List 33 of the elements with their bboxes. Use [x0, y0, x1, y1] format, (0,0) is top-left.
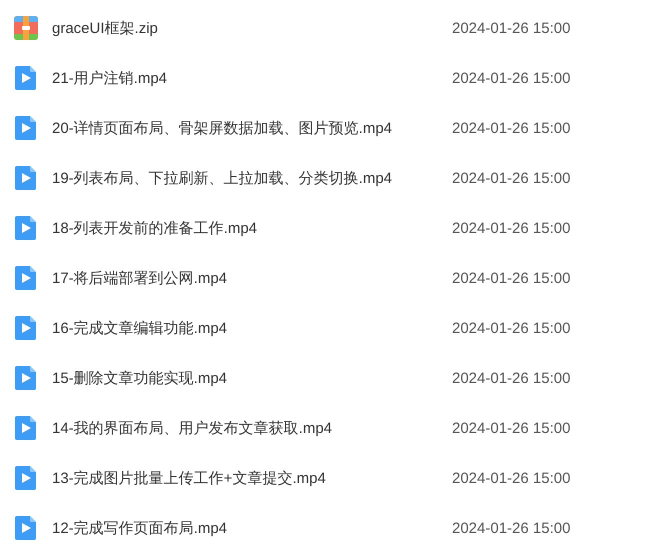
modified-date: 2024-01-26 15:00 [452, 120, 570, 136]
video-file-icon [14, 316, 38, 340]
video-file-icon [14, 216, 38, 240]
modified-date: 2024-01-26 15:00 [452, 20, 570, 36]
video-file-icon [14, 166, 38, 190]
file-name[interactable]: 14-我的界面布局、用户发布文章获取.mp4 [52, 418, 452, 438]
video-file-icon [14, 116, 38, 140]
modified-date: 2024-01-26 15:00 [452, 420, 570, 436]
file-name[interactable]: 20-详情页面布局、骨架屏数据加载、图片预览.mp4 [52, 118, 452, 138]
video-file-icon [14, 516, 38, 540]
file-name[interactable]: 16-完成文章编辑功能.mp4 [52, 318, 452, 338]
modified-date: 2024-01-26 15:00 [452, 270, 570, 286]
modified-date: 2024-01-26 15:00 [452, 470, 570, 486]
file-name[interactable]: graceUI框架.zip [52, 18, 452, 38]
file-name[interactable]: 12-完成写作页面布局.mp4 [52, 518, 452, 538]
file-name[interactable]: 19-列表布局、下拉刷新、上拉加载、分类切换.mp4 [52, 168, 452, 188]
file-name[interactable]: 17-将后端部署到公网.mp4 [52, 268, 452, 288]
modified-date: 2024-01-26 15:00 [452, 220, 570, 236]
video-file-icon [14, 366, 38, 390]
modified-date: 2024-01-26 15:00 [452, 370, 570, 386]
modified-date: 2024-01-26 15:00 [452, 70, 570, 86]
modified-date: 2024-01-26 15:00 [452, 320, 570, 336]
video-file-icon [14, 416, 38, 440]
modified-date: 2024-01-26 15:00 [452, 520, 570, 536]
archive-icon [14, 16, 38, 40]
file-name[interactable]: 13-完成图片批量上传工作+文章提交.mp4 [52, 468, 452, 488]
video-file-icon [14, 66, 38, 90]
file-name[interactable]: 15-删除文章功能实现.mp4 [52, 368, 452, 388]
file-name[interactable]: 18-列表开发前的准备工作.mp4 [52, 218, 452, 238]
video-file-icon [14, 266, 38, 290]
modified-date: 2024-01-26 15:00 [452, 170, 570, 186]
file-name[interactable]: 21-用户注销.mp4 [52, 68, 452, 88]
video-file-icon [14, 466, 38, 490]
